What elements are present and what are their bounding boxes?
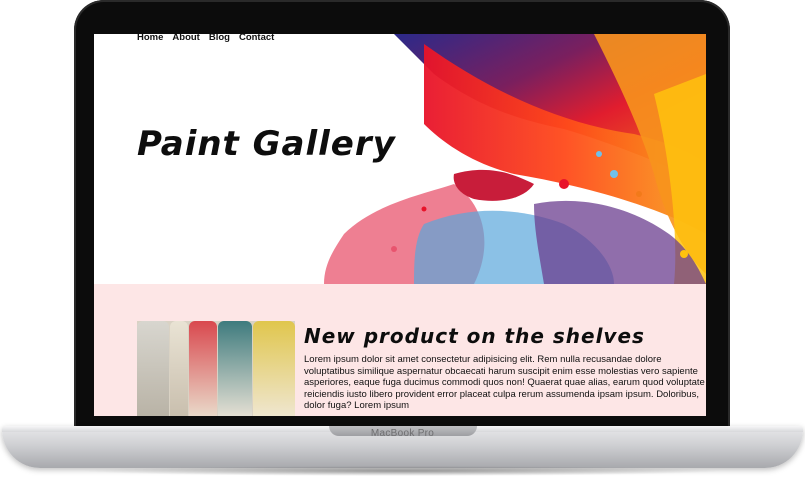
section-heading: New product on the shelves xyxy=(304,324,645,348)
product-section: New product on the shelves Lorem ipsum d… xyxy=(94,284,706,416)
nav-contact-link[interactable]: Contact xyxy=(239,34,274,43)
nav-home-link[interactable]: Home xyxy=(137,34,163,43)
laptop-screen: Home About Blog Contact Paint Gallery Ne… xyxy=(94,34,706,416)
nav-about-link[interactable]: About xyxy=(172,34,199,43)
nav-blog-link[interactable]: Blog xyxy=(209,34,230,43)
section-body: Lorem ipsum dolor sit amet consectetur a… xyxy=(304,354,705,411)
hero-title: Paint Gallery xyxy=(137,124,396,164)
top-nav: Home About Blog Contact xyxy=(137,34,274,43)
device-label: MacBook Pro xyxy=(370,428,435,439)
paint-bottles-photo xyxy=(137,321,295,416)
hero-banner: Home About Blog Contact Paint Gallery xyxy=(94,34,706,284)
product-text: New product on the shelves Lorem ipsum d… xyxy=(304,324,706,412)
